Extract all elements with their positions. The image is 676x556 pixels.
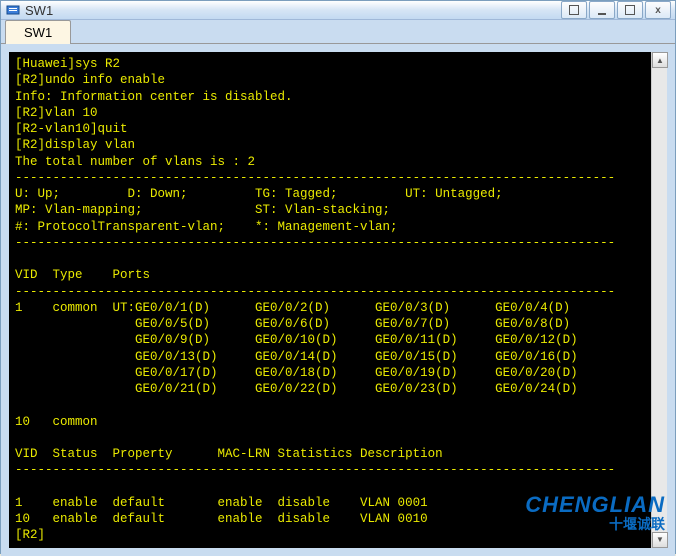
restore-button[interactable]	[561, 1, 587, 19]
window-controls: x	[561, 1, 671, 19]
app-icon	[5, 2, 21, 18]
terminal-output[interactable]: [Huawei]sys R2 [R2]undo info enable Info…	[9, 52, 667, 548]
terminal-container: [Huawei]sys R2 [R2]undo info enable Info…	[1, 44, 675, 556]
scrollbar[interactable]: ▲ ▼	[651, 52, 667, 548]
maximize-button[interactable]	[617, 1, 643, 19]
tab-sw1[interactable]: SW1	[5, 20, 71, 44]
close-button[interactable]: x	[645, 1, 671, 19]
app-window: SW1 x SW1 [Huawei]sys R2 [R2]undo info e…	[0, 0, 676, 554]
tab-strip: SW1	[1, 20, 675, 44]
scroll-down-button[interactable]: ▼	[652, 532, 668, 548]
minimize-button[interactable]	[589, 1, 615, 19]
window-title: SW1	[25, 3, 561, 18]
scroll-up-button[interactable]: ▲	[652, 52, 668, 68]
titlebar[interactable]: SW1 x	[1, 1, 675, 20]
